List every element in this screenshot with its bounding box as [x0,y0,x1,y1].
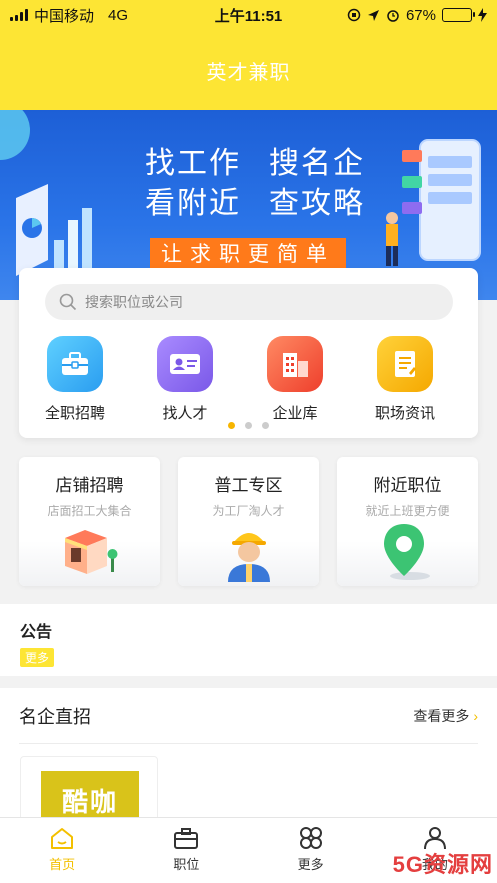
feature-nearby-jobs[interactable]: 附近职位 就近上班更方便 [337,457,478,586]
battery-icon [442,8,475,22]
banner-tagline: 让求职更简单 [150,238,346,272]
search-bar[interactable]: 搜索职位或公司 [45,284,453,320]
carousel-dot[interactable] [262,422,269,429]
tab-home[interactable]: 首页 [0,818,124,883]
battery-percent: 67% [405,6,436,24]
document-icon [377,336,433,392]
decor-circle [0,110,30,160]
carousel-dot[interactable] [245,422,252,429]
quick-find-talent[interactable]: 找人才 [130,336,240,423]
slogan-search-company: 搜名企 [269,146,365,181]
tab-label: 职位 [173,857,200,872]
slogan-find-job: 找工作 [145,146,241,181]
quick-career-news[interactable]: 职场资讯 [350,336,460,423]
feature-title: 普工专区 [214,476,283,495]
notice-section: 公告 更多 [0,604,497,676]
quick-full-time-jobs[interactable]: 全职招聘 [20,336,130,423]
tab-label: 更多 [297,857,324,872]
feature-subtitle: 为工厂淘人才 [212,504,285,518]
orientation-lock-icon [347,8,361,22]
status-bar: 中国移动 4G 上午11:51 67% [0,0,497,30]
tab-label: 首页 [49,857,76,872]
search-placeholder: 搜索职位或公司 [85,294,183,310]
feature-shop-recruitment[interactable]: 店铺招聘 店面招工大集合 [19,457,160,586]
slogan-nearby: 看附近 [145,186,241,221]
page-title: 英才兼职 [206,61,291,84]
grid-icon [299,827,322,849]
notice-more-button[interactable]: 更多 [20,648,55,667]
id-card-icon [157,336,213,392]
app-header: 英才兼职 [0,30,497,110]
famous-companies-section: 名企直招 查看更多 › 酷咖 [0,688,497,841]
carousel-indicator [19,422,478,429]
feature-title: 附近职位 [373,476,442,495]
quick-label: 全职招聘 [44,405,105,422]
briefcase-icon [174,828,199,849]
worker-icon [227,533,270,582]
shop-icon [64,530,117,574]
feature-general-workers[interactable]: 普工专区 为工厂淘人才 [178,457,319,586]
network-type: 4G [108,6,129,24]
quick-company-library[interactable]: 企业库 [240,336,350,423]
building-icon [267,336,323,392]
tab-jobs[interactable]: 职位 [124,818,248,883]
clock: 上午11:51 [214,7,283,25]
home-icon [51,828,74,849]
view-more-link[interactable]: 查看更多 › [413,706,478,726]
section-title: 名企直招 [19,706,91,727]
tab-more[interactable]: 更多 [249,818,373,883]
alarm-icon [387,10,399,22]
quick-label: 找人才 [162,405,208,422]
signal-icon [10,9,28,21]
banner-slogan: 找工作 搜名企 看附近 查攻略 [145,144,393,224]
quick-access-card: 搜索职位或公司 全职招聘 找人才 企业库 职场资讯 [19,268,478,438]
view-more-label: 查看更多 [413,707,470,724]
notice-title: 公告 [20,624,53,641]
watermark: 5G资源网 [392,852,493,877]
search-icon [59,293,77,311]
carrier-name: 中国移动 [34,7,95,25]
charging-icon [478,8,487,22]
quick-label: 企业库 [272,405,318,422]
feature-cards: 店铺招聘 店面招工大集合 普工专区 为工厂淘人才 附近职位 就近上班更方便 [19,457,478,586]
phone-illustration [386,139,481,266]
feature-title: 店铺招聘 [55,476,124,495]
slogan-guide: 查攻略 [269,186,365,221]
feature-subtitle: 店面招工大集合 [47,504,132,518]
chevron-right-icon: › [473,707,478,724]
briefcase-icon [47,336,103,392]
carousel-dot[interactable] [228,422,235,429]
location-pin-icon [383,524,430,580]
location-arrow-icon [367,9,379,21]
quick-label: 职场资讯 [374,405,435,422]
feature-subtitle: 就近上班更方便 [365,504,450,518]
